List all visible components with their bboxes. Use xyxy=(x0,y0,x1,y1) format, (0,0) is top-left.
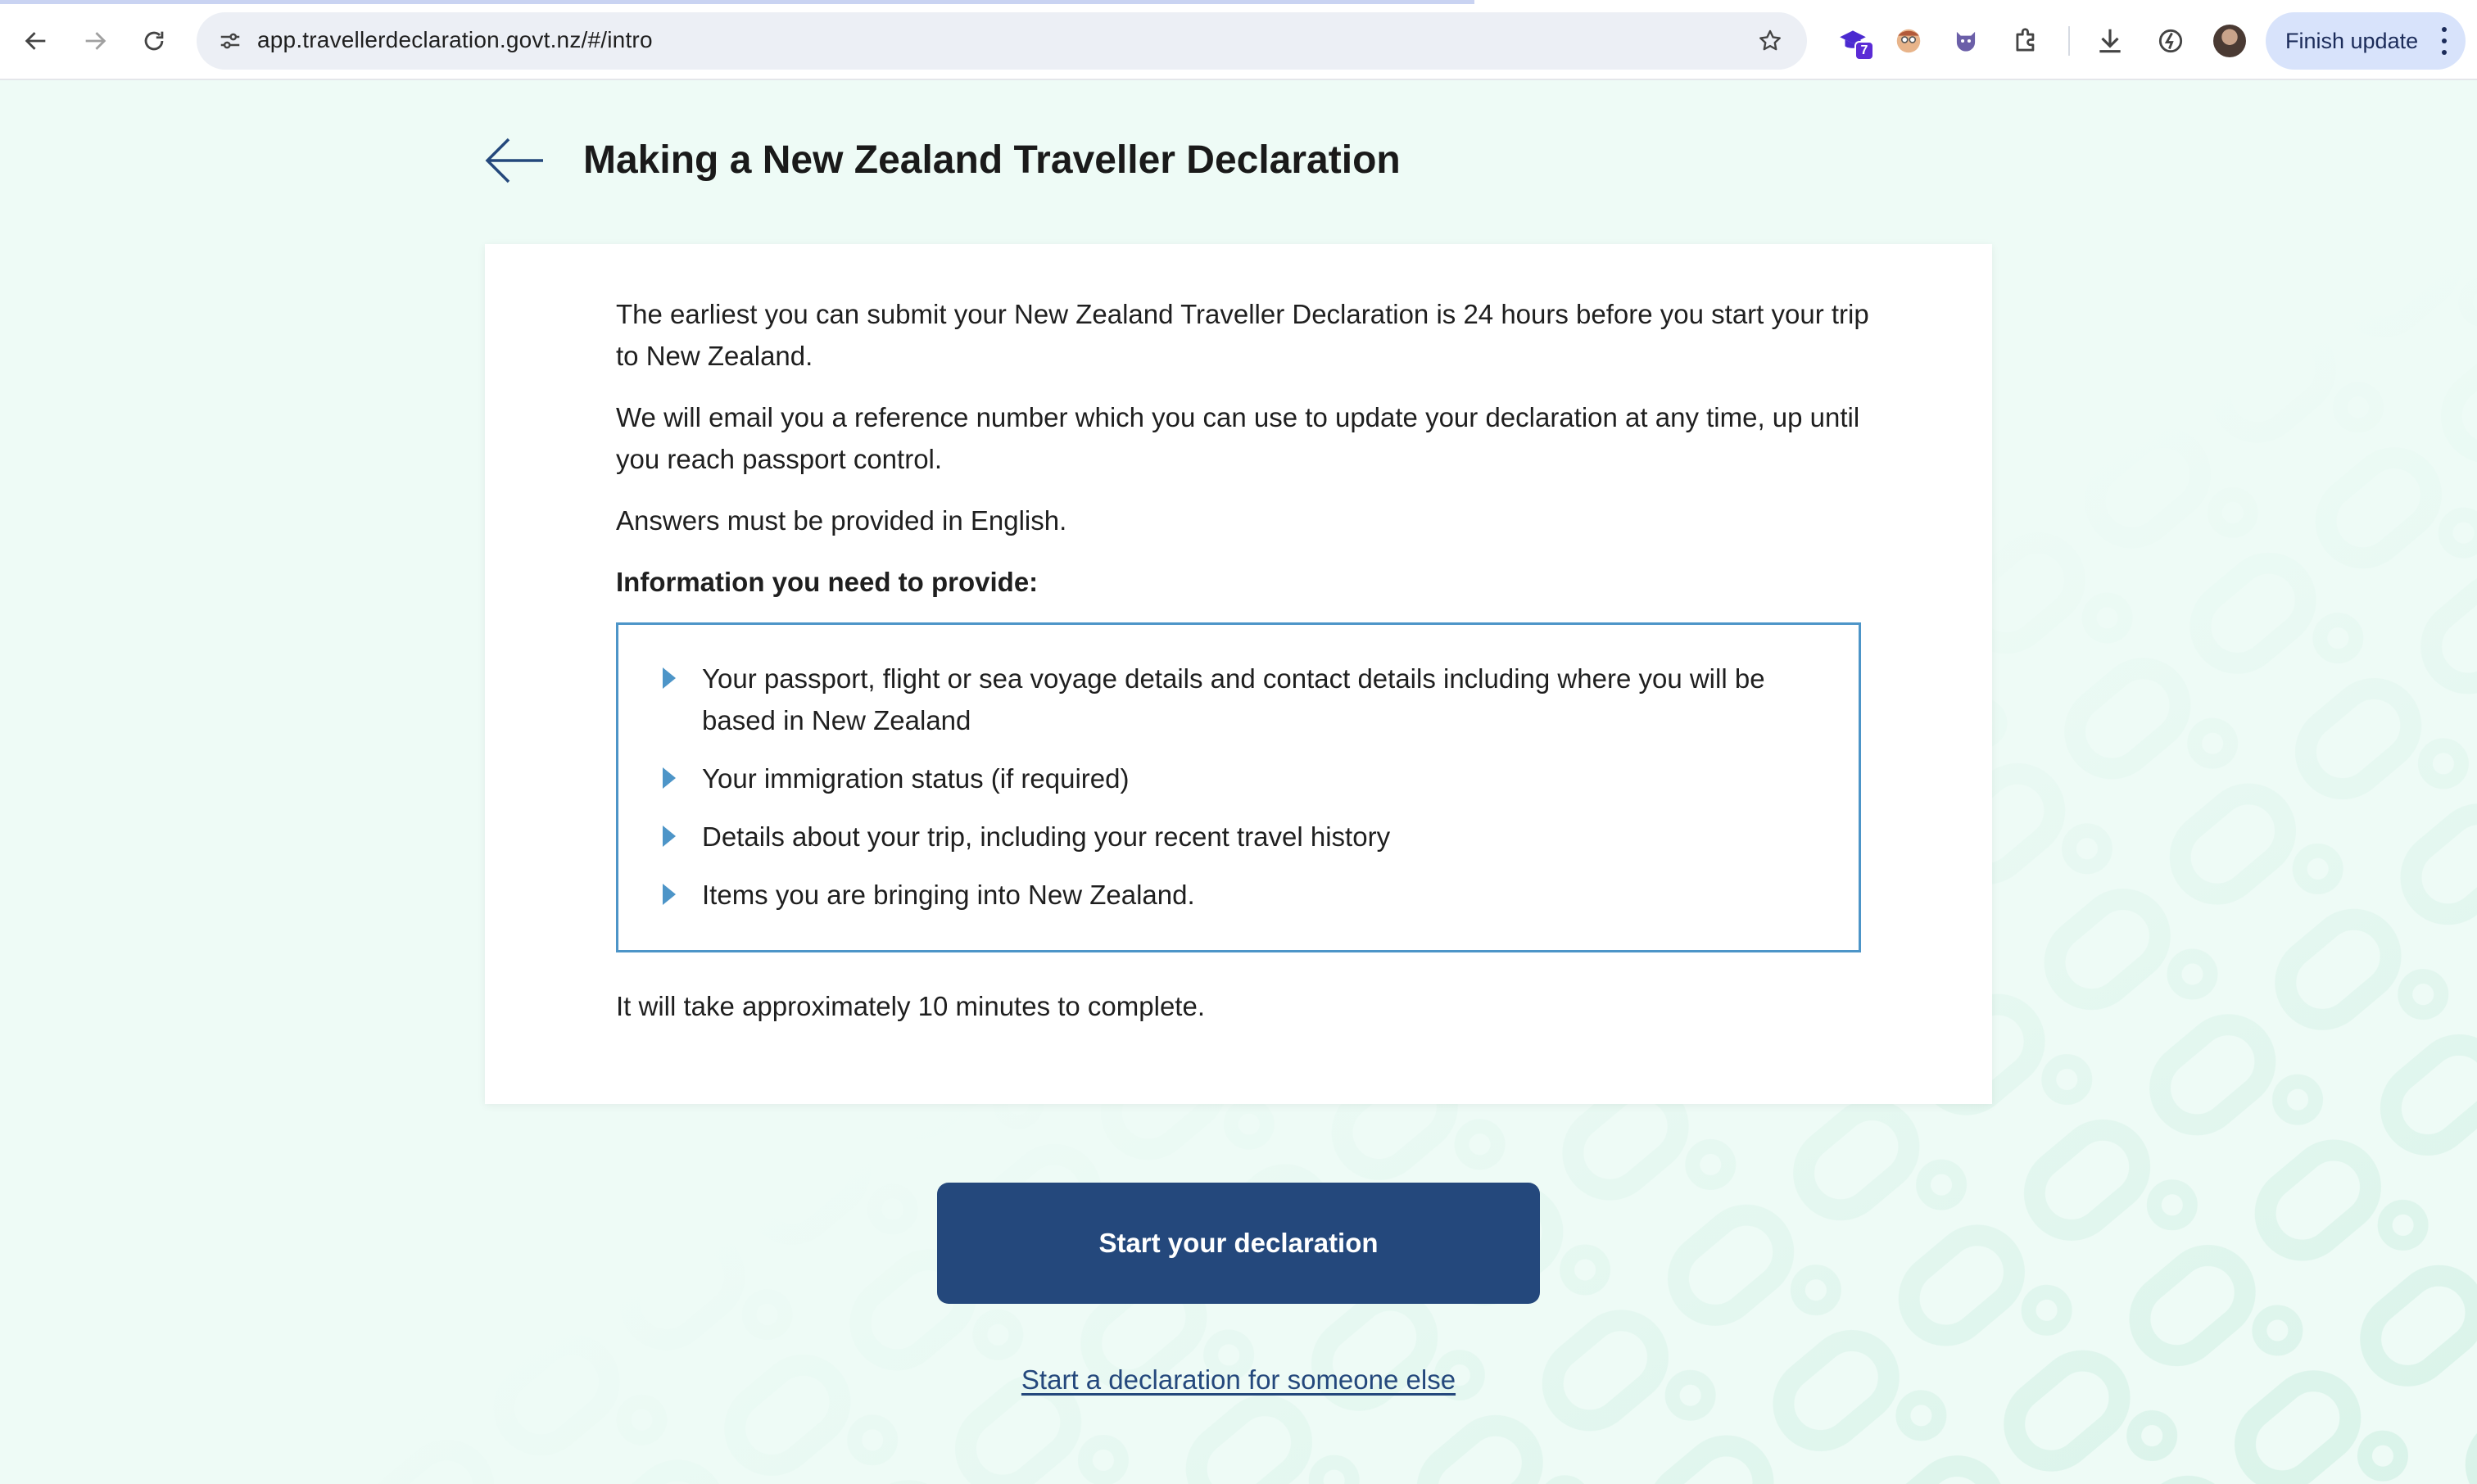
list-item-text: Details about your trip, including your … xyxy=(702,821,1391,852)
list-item-text: Your passport, flight or sea voyage deta… xyxy=(702,663,1765,735)
performance-icon xyxy=(2158,29,2183,53)
intro-paragraph: Answers must be provided in English. xyxy=(616,505,1067,536)
triangle-bullet-icon xyxy=(663,884,676,905)
start-declaration-button[interactable]: Start your declaration xyxy=(937,1183,1540,1304)
reload-button[interactable] xyxy=(131,18,177,64)
page-title: Making a New Zealand Traveller Declarati… xyxy=(583,138,1401,182)
list-item-text: Your immigration status (if required) xyxy=(702,763,1130,794)
download-icon xyxy=(2099,29,2121,53)
puzzle-icon xyxy=(2016,28,2035,52)
star-icon xyxy=(1759,29,1781,51)
intro-paragraph: The earliest you can submit your New Zea… xyxy=(616,299,1869,371)
triangle-bullet-icon xyxy=(663,767,676,789)
site-info-icon xyxy=(220,33,240,49)
url-text[interactable]: app.travellerdeclaration.govt.nz/#/intro xyxy=(257,27,653,53)
back-icon xyxy=(25,32,46,50)
site-info-button[interactable] xyxy=(213,24,247,58)
bookmark-button[interactable] xyxy=(1753,24,1787,58)
triangle-bullet-icon xyxy=(663,826,676,847)
triangle-bullet-icon xyxy=(663,667,676,689)
performance-button[interactable] xyxy=(2149,20,2192,62)
forward-button[interactable] xyxy=(72,18,118,64)
declaration-for-someone-else-link[interactable]: Start a declaration for someone else xyxy=(1017,1364,1460,1396)
extension-button[interactable] xyxy=(1945,20,1987,62)
downloads-button[interactable] xyxy=(2089,20,2131,62)
browser-toolbar: app.travellerdeclaration.govt.nz/#/intro… xyxy=(0,0,2477,80)
face-icon xyxy=(1896,29,1921,53)
extensions-menu-button[interactable] xyxy=(2005,20,2048,62)
page-load-progress xyxy=(0,0,1474,4)
duration-text: It will take approximately 10 minutes to… xyxy=(616,991,1205,1021)
list-item: Your passport, flight or sea voyage deta… xyxy=(661,658,1826,741)
intro-paragraph: We will email you a reference number whi… xyxy=(616,402,1860,474)
info-heading: Information you need to provide: xyxy=(616,567,1039,597)
back-link[interactable] xyxy=(482,134,547,187)
list-item-text: Items you are bringing into New Zealand. xyxy=(702,880,1195,910)
arrow-left-icon xyxy=(485,138,543,183)
intro-card: The earliest you can submit your New Zea… xyxy=(485,244,1992,1104)
reload-icon xyxy=(144,31,164,51)
list-item: Details about your trip, including your … xyxy=(661,816,1826,857)
more-icon xyxy=(2441,27,2448,55)
mascot-icon xyxy=(1956,31,1976,52)
extension-button[interactable] xyxy=(1887,20,1930,62)
extension-button[interactable]: 7 xyxy=(1832,20,1874,62)
back-button[interactable] xyxy=(13,18,59,64)
extension-badge: 7 xyxy=(1854,41,1874,61)
finish-update-button[interactable]: Finish update xyxy=(2266,12,2466,70)
finish-update-label: Finish update xyxy=(2285,28,2419,53)
list-item: Your immigration status (if required) xyxy=(661,758,1826,799)
info-list-box: Your passport, flight or sea voyage deta… xyxy=(616,622,1861,952)
forward-icon xyxy=(85,32,106,50)
list-item: Items you are bringing into New Zealand. xyxy=(661,874,1826,916)
address-bar[interactable]: app.travellerdeclaration.govt.nz/#/intro xyxy=(197,12,1807,70)
profile-avatar[interactable] xyxy=(2213,25,2246,57)
toolbar-divider xyxy=(2068,26,2070,56)
